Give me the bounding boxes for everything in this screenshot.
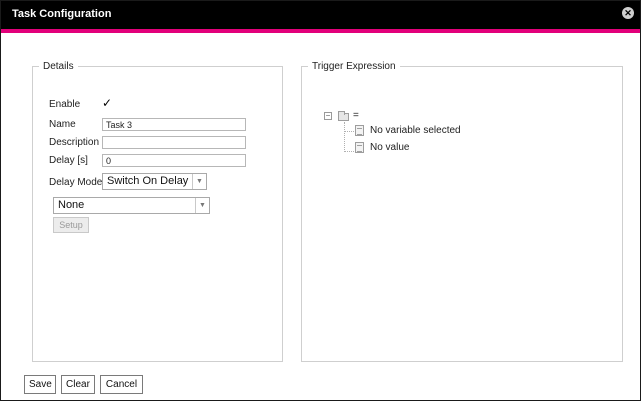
enable-label: Enable bbox=[49, 99, 81, 110]
task-configuration-dialog: Task Configuration ✕ Details Enable ✓ Na… bbox=[0, 0, 641, 401]
trigger-expression-group: Trigger Expression bbox=[301, 61, 623, 362]
tree-connector bbox=[344, 122, 345, 152]
title-bar: Task Configuration ✕ bbox=[1, 1, 640, 29]
folder-icon bbox=[338, 111, 349, 121]
tree-connector bbox=[344, 151, 354, 152]
tree-item-value[interactable]: No value bbox=[370, 142, 409, 153]
save-button[interactable]: Save bbox=[24, 375, 56, 394]
tree-root-label[interactable]: = bbox=[353, 110, 359, 121]
description-field[interactable] bbox=[102, 136, 246, 149]
collapse-toggle-icon[interactable]: − bbox=[324, 112, 332, 120]
document-icon bbox=[355, 125, 364, 136]
close-icon[interactable]: ✕ bbox=[622, 7, 634, 19]
clear-button[interactable]: Clear bbox=[61, 375, 95, 394]
delay-mode-select[interactable]: Switch On Delay ▼ bbox=[102, 173, 207, 190]
description-label: Description bbox=[49, 137, 100, 148]
delay-label: Delay [s] bbox=[49, 155, 88, 166]
delay-mode-value: Switch On Delay bbox=[107, 175, 189, 187]
chevron-down-icon[interactable]: ▼ bbox=[192, 174, 206, 189]
dialog-title: Task Configuration bbox=[12, 8, 112, 20]
tree-connector bbox=[344, 131, 354, 132]
name-label: Name bbox=[49, 119, 76, 130]
delay-field[interactable] bbox=[102, 154, 246, 167]
task-select-value: None bbox=[58, 199, 85, 211]
document-icon bbox=[355, 142, 364, 153]
setup-button[interactable]: Setup bbox=[53, 217, 89, 233]
tree-item-variable[interactable]: No variable selected bbox=[370, 125, 461, 136]
accent-bar bbox=[1, 29, 640, 33]
chevron-down-icon[interactable]: ▼ bbox=[195, 198, 209, 213]
delay-mode-label: Delay Mode bbox=[49, 177, 103, 188]
trigger-legend: Trigger Expression bbox=[312, 61, 396, 72]
enable-checkbox[interactable]: ✓ bbox=[102, 97, 112, 109]
task-select[interactable]: None ▼ bbox=[53, 197, 210, 214]
details-legend: Details bbox=[43, 61, 74, 72]
cancel-button[interactable]: Cancel bbox=[100, 375, 143, 394]
name-field[interactable] bbox=[102, 118, 246, 131]
